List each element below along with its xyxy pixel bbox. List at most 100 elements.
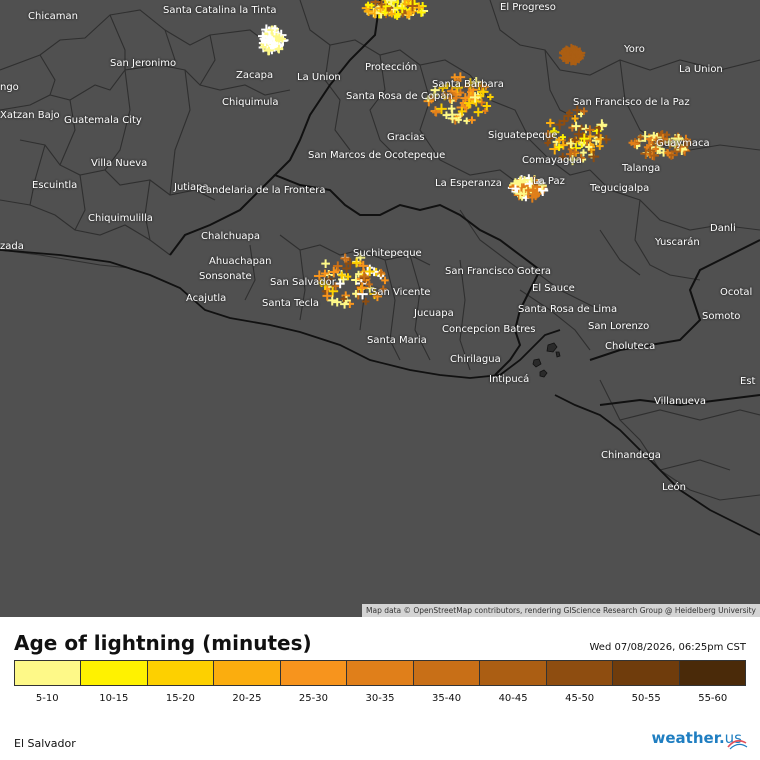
city-label: Talanga xyxy=(622,163,661,174)
city-label: Villanueva xyxy=(654,396,706,407)
lightning-strike xyxy=(332,297,342,307)
map-attribution: Map data © OpenStreetMap contributors, r… xyxy=(362,604,760,617)
city-label: La Union xyxy=(297,72,341,83)
age-swatch-30-35 xyxy=(347,661,414,685)
age-label: 10-15 xyxy=(99,693,129,704)
city-label: Chiquimulilla xyxy=(88,213,153,224)
city-label: La Esperanza xyxy=(435,178,502,189)
city-label: Danli xyxy=(710,223,736,234)
legend-panel: Age of lightning (minutes) Wed 07/08/202… xyxy=(0,617,760,760)
brand-name: weather. xyxy=(651,729,725,747)
city-label: Sonsonate xyxy=(199,271,252,282)
city-label: Santa Rosa de Lima xyxy=(518,304,618,315)
age-swatch-50-55 xyxy=(613,661,680,685)
city-label: Concepcion Batres xyxy=(442,324,536,335)
city-label: Ocotal xyxy=(720,287,753,298)
city-label: Xatzan Bajo xyxy=(0,110,60,121)
city-label: Somoto xyxy=(702,311,741,322)
age-swatch-55-60 xyxy=(679,661,745,685)
city-label: zada xyxy=(0,241,24,252)
city-label: Escuintla xyxy=(32,180,78,191)
city-label: Tegucigalpa xyxy=(590,183,650,194)
city-label: San Francisco de la Paz xyxy=(573,97,690,108)
city-label: Acajutla xyxy=(186,293,227,304)
age-label: 30-35 xyxy=(365,693,395,704)
city-label: Santa Tecla xyxy=(262,298,320,309)
age-swatch-15-20 xyxy=(147,661,215,685)
city-label: Gracias xyxy=(387,132,425,143)
lightning-strike xyxy=(568,123,577,132)
city-label: Jucuapa xyxy=(414,308,454,319)
city-label: Candelaria de la Frontera xyxy=(199,185,326,196)
city-label: ngo xyxy=(0,82,19,93)
city-label: San Lorenzo xyxy=(588,321,650,332)
city-label: San Salvador xyxy=(270,277,336,288)
city-label: Comayagua xyxy=(522,155,582,166)
city-label: Santa Rosa de Copán xyxy=(346,91,453,102)
age-label: 45-50 xyxy=(565,693,595,704)
age-swatch-20-25 xyxy=(214,661,281,685)
lightning-strike xyxy=(338,271,346,280)
city-label: Santa Maria xyxy=(367,335,427,346)
lightning-strike xyxy=(327,295,338,306)
city-label: Choluteca xyxy=(605,341,656,352)
city-label: San Marcos de Ocotepeque xyxy=(308,150,446,161)
age-label: 20-25 xyxy=(232,693,262,704)
lightning-strike xyxy=(321,259,330,268)
city-label: San Jeronimo xyxy=(110,58,177,69)
lightning-map[interactable]: Chicaman Santa Catalina la Tinta El Progre… xyxy=(0,0,760,617)
city-label: Suchitepeque xyxy=(353,248,422,259)
city-label: La Union xyxy=(679,64,723,75)
city-label: Santa Catalina la Tinta xyxy=(163,5,277,16)
age-swatch-25-30 xyxy=(280,661,348,685)
brand-swirl-icon xyxy=(727,739,748,750)
city-label: San Francisco Gotera xyxy=(445,266,552,277)
age-label: 40-45 xyxy=(498,693,528,704)
age-swatch-45-50 xyxy=(546,661,614,685)
lightning-strike xyxy=(546,118,555,128)
lightning-strike xyxy=(588,151,600,163)
age-label: 50-55 xyxy=(631,693,661,704)
city-label: Chiquimula xyxy=(222,97,279,108)
region-name: El Salvador xyxy=(14,737,76,750)
city-label: Zacapa xyxy=(236,70,274,81)
lightning-strike xyxy=(468,116,476,124)
age-label: 5-10 xyxy=(35,693,59,704)
city-label: Est xyxy=(740,376,756,387)
lightning-strike xyxy=(473,107,483,117)
city-label: Villa Nueva xyxy=(91,158,148,169)
city-label: Guaymaca xyxy=(656,138,710,149)
lightning-strike xyxy=(637,134,644,141)
age-swatch-35-40 xyxy=(413,661,481,685)
age-color-scale xyxy=(14,660,746,686)
age-label: 15-20 xyxy=(165,693,195,704)
city-label: León xyxy=(662,482,687,493)
city-label: Protección xyxy=(365,62,418,73)
city-label: Chinandega xyxy=(601,450,661,461)
age-label: 35-40 xyxy=(432,693,462,704)
legend-title: Age of lightning (minutes) xyxy=(14,631,312,655)
city-label: San Vicente xyxy=(371,287,431,298)
city-label: La Paz xyxy=(533,176,565,187)
lightning-strike xyxy=(322,291,333,301)
city-label: Yoro xyxy=(624,44,645,55)
city-label: Chicaman xyxy=(28,11,78,22)
city-label: Intipucá xyxy=(489,374,530,385)
age-swatch-5-10 xyxy=(15,661,82,685)
city-label: El Sauce xyxy=(532,283,575,294)
age-swatch-40-45 xyxy=(480,661,547,685)
lightning-strike xyxy=(601,135,611,144)
city-label: Chalchuapa xyxy=(201,231,261,242)
city-label: Ahuachapan xyxy=(209,256,272,267)
age-label: 25-30 xyxy=(298,693,328,704)
city-label: Yuscarán xyxy=(655,237,700,248)
age-label: 55-60 xyxy=(698,693,728,704)
city-label: Santa Bárbara xyxy=(432,79,504,90)
city-label: El Progreso xyxy=(500,2,556,13)
lightning-strike xyxy=(487,93,494,101)
age-swatch-10-15 xyxy=(81,661,148,685)
age-scale-labels: 5-10 10-15 15-20 20-25 25-30 30-35 35-40 40-45 4… xyxy=(14,693,746,704)
timestamp: Wed 07/08/2026, 06:25pm CST xyxy=(589,642,747,653)
lightning-strike xyxy=(447,104,456,113)
city-label: Guatemala City xyxy=(64,115,142,126)
